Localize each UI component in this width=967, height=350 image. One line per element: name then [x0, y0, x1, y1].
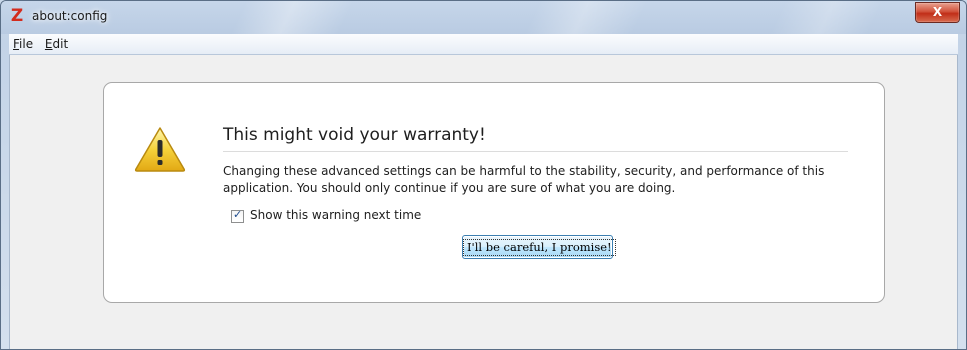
warning-heading: This might void your warranty!: [223, 125, 848, 152]
show-warning-checkbox[interactable]: ✓: [231, 208, 244, 223]
warning-triangle-icon: [134, 127, 186, 172]
show-warning-label[interactable]: Show this warning next time: [250, 208, 421, 222]
warning-panel: This might void your warranty! Changing …: [103, 82, 885, 303]
close-button[interactable]: X: [915, 2, 960, 23]
window-title: about:config: [32, 9, 108, 23]
confirm-button-label: I'll be careful, I promise!: [463, 239, 616, 256]
confirm-button[interactable]: I'll be careful, I promise!: [462, 235, 616, 259]
menu-edit-label: dit: [52, 37, 69, 51]
app-window: Z about:config X File Edit This might vo…: [0, 0, 967, 350]
menu-bar: File Edit: [9, 34, 958, 55]
menu-edit[interactable]: Edit: [41, 34, 72, 54]
close-icon: X: [932, 5, 943, 19]
title-bar[interactable]: Z about:config X: [1, 1, 966, 34]
menu-edit-accel: E: [44, 37, 53, 51]
app-logo-icon: Z: [10, 6, 24, 26]
content-area: This might void your warranty! Changing …: [9, 55, 958, 349]
menu-file[interactable]: File: [9, 34, 37, 54]
warning-description: Changing these advanced settings can be …: [223, 164, 825, 195]
checkmark-icon: ✓: [233, 208, 243, 221]
menu-file-label: ile: [19, 37, 34, 51]
